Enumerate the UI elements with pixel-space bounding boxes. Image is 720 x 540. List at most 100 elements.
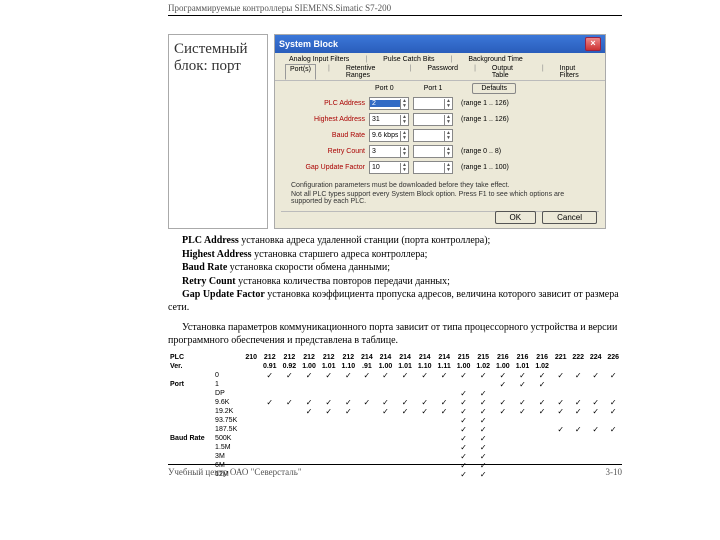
check-cell — [569, 452, 586, 461]
port0-input[interactable]: ▲▼ — [369, 161, 409, 174]
spinner-arrows-icon[interactable]: ▲▼ — [400, 131, 408, 141]
check-cell: ✓ — [454, 434, 474, 443]
spinner-arrows-icon[interactable]: ▲▼ — [444, 115, 452, 125]
check-cell — [280, 434, 300, 443]
check-cell — [242, 425, 259, 434]
check-cell: ✓ — [552, 425, 569, 434]
check-cell — [415, 425, 435, 434]
content-area: Системный блок: порт System Block × Anal… — [168, 34, 622, 479]
body-text: PLC Address установка адреса удаленной с… — [168, 235, 622, 347]
check-cell: ✓ — [454, 398, 474, 407]
port1-input[interactable]: ▲▼ — [413, 161, 453, 174]
check-cell — [376, 389, 396, 398]
check-cell: ✓ — [435, 398, 454, 407]
field-label: Retry Count — [293, 148, 369, 155]
port1-input[interactable]: ▲▼ — [413, 97, 453, 110]
field-label: Highest Address — [293, 116, 369, 123]
cancel-button[interactable]: Cancel — [542, 211, 597, 224]
check-cell — [376, 434, 396, 443]
tab-analog-filters[interactable]: Analog Input Filters — [285, 55, 353, 64]
check-cell — [435, 416, 454, 425]
check-cell — [587, 389, 604, 398]
check-cell — [604, 434, 622, 443]
port0-input[interactable]: ▲▼ — [369, 145, 409, 158]
ok-button[interactable]: OK — [495, 211, 537, 224]
table-row-label: PLC — [168, 353, 211, 362]
check-cell — [415, 452, 435, 461]
check-cell — [395, 389, 415, 398]
port1-header: Port 1 — [424, 85, 443, 92]
row-sublabel: 1.5M — [211, 443, 242, 452]
check-cell: ✓ — [587, 407, 604, 416]
port0-input[interactable]: ▲▼ — [369, 97, 409, 110]
tab-output-table[interactable]: Output Table — [488, 64, 530, 80]
b4: Retry Count — [182, 276, 236, 287]
check-cell: ✓ — [473, 407, 493, 416]
check-cell: ✓ — [604, 407, 622, 416]
table-row: 500K✓✓ — [168, 434, 622, 443]
port1-input[interactable]: ▲▼ — [413, 129, 453, 142]
t3: установка скорости обмена данными; — [227, 262, 390, 273]
check-cell: ✓ — [454, 371, 474, 380]
spinner-arrows-icon[interactable]: ▲▼ — [400, 163, 408, 173]
header-title: Программируемые контроллеры SIEMENS.Sima… — [168, 3, 391, 13]
tab-background-time[interactable]: Background Time — [464, 55, 526, 64]
spinner-arrows-icon[interactable]: ▲▼ — [444, 147, 452, 157]
tab-pulse-catch[interactable]: Pulse Catch Bits — [379, 55, 438, 64]
port0-input[interactable]: ▲▼ — [369, 129, 409, 142]
check-cell: ✓ — [513, 407, 533, 416]
check-cell — [552, 452, 569, 461]
range-hint: (range 0 .. 8) — [461, 148, 501, 155]
check-cell: ✓ — [569, 425, 586, 434]
check-cell: ✓ — [473, 443, 493, 452]
form-row: Highest Address▲▼▲▼(range 1 .. 126) — [293, 113, 605, 126]
check-cell — [415, 443, 435, 452]
row-sublabel: 0 — [211, 371, 242, 380]
check-cell — [319, 389, 339, 398]
tab-retentive[interactable]: Retentive Ranges — [342, 64, 398, 80]
spinner-arrows-icon[interactable]: ▲▼ — [400, 147, 408, 157]
check-cell — [260, 407, 280, 416]
spinner-arrows-icon[interactable]: ▲▼ — [444, 163, 452, 173]
check-cell: ✓ — [260, 371, 280, 380]
port1-input[interactable]: ▲▼ — [413, 145, 453, 158]
port0-input[interactable]: ▲▼ — [369, 113, 409, 126]
spinner-arrows-icon[interactable]: ▲▼ — [444, 99, 452, 109]
figure-caption: Системный блок: порт — [174, 41, 248, 74]
tab-input-filters[interactable]: Input Filters — [556, 64, 595, 80]
check-cell — [587, 443, 604, 452]
check-cell — [587, 434, 604, 443]
check-cell: ✓ — [339, 398, 359, 407]
check-cell: ✓ — [395, 398, 415, 407]
spinner-arrows-icon[interactable]: ▲▼ — [400, 99, 408, 109]
check-cell — [339, 389, 359, 398]
close-icon[interactable]: × — [585, 37, 601, 51]
table-row-label: Ver. — [168, 362, 211, 371]
check-cell — [358, 443, 375, 452]
check-cell — [242, 398, 259, 407]
range-hint: (range 1 .. 126) — [461, 100, 509, 107]
check-cell: ✓ — [299, 407, 319, 416]
check-cell: ✓ — [260, 398, 280, 407]
check-cell: ✓ — [415, 371, 435, 380]
check-cell: ✓ — [319, 398, 339, 407]
table-row: 93.75K✓✓ — [168, 416, 622, 425]
defaults-button[interactable]: Defaults — [472, 83, 516, 94]
dialog-title-bar: System Block × — [275, 35, 605, 53]
check-cell: ✓ — [532, 371, 552, 380]
tab-ports[interactable]: Port(s) — [285, 64, 316, 80]
port1-input[interactable]: ▲▼ — [413, 113, 453, 126]
check-cell: ✓ — [280, 371, 300, 380]
check-cell — [604, 452, 622, 461]
check-cell — [569, 434, 586, 443]
check-cell: ✓ — [319, 407, 339, 416]
check-cell — [319, 443, 339, 452]
spinner-arrows-icon[interactable]: ▲▼ — [444, 131, 452, 141]
check-cell — [435, 434, 454, 443]
check-cell — [513, 389, 533, 398]
tab-password[interactable]: Password — [423, 64, 462, 80]
dialog-note2: Not all PLC types support every System B… — [291, 191, 589, 205]
check-cell — [513, 425, 533, 434]
range-hint: (range 1 .. 100) — [461, 164, 509, 171]
spinner-arrows-icon[interactable]: ▲▼ — [400, 115, 408, 125]
